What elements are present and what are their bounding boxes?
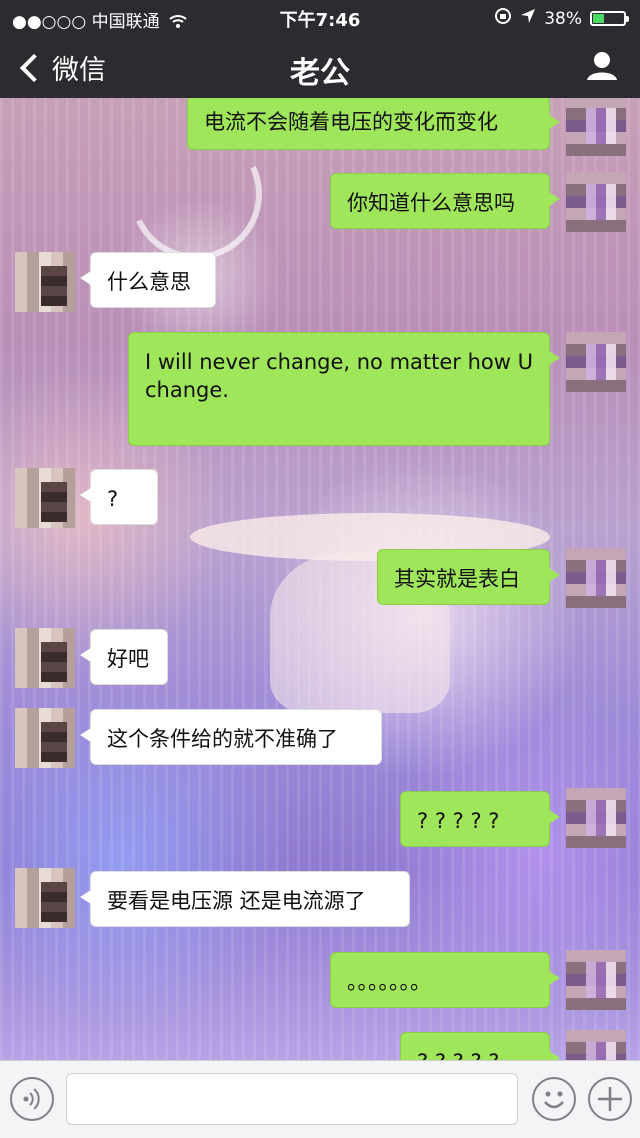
smiley-icon bbox=[544, 1091, 564, 1109]
message-text: 你知道什么意思吗 bbox=[347, 191, 515, 215]
my-avatar[interactable] bbox=[566, 548, 626, 608]
plus-icon bbox=[598, 1087, 622, 1111]
message-bubble[interactable]: 这个条件给的就不准确了 bbox=[80, 709, 382, 765]
contact-avatar[interactable] bbox=[15, 252, 75, 312]
chat-screen: ●●○○○ 中国联通 下午7:46 38% 微信 老公 电流不会随着电压的变化而… bbox=[0, 0, 640, 1138]
chat-title: 老公 bbox=[290, 56, 350, 91]
message-bubble[interactable]: ? ? ? ? ? bbox=[400, 791, 560, 847]
message-bubble[interactable]: 要看是电压源 还是电流源了 bbox=[80, 871, 410, 927]
message-text: 其实就是表白 bbox=[394, 567, 520, 591]
message-text: 这个条件给的就不准确了 bbox=[107, 727, 338, 751]
location-icon bbox=[520, 8, 536, 29]
message-bubble[interactable]: 电流不会随着电压的变化而变化 bbox=[187, 96, 560, 150]
message-bubble[interactable]: I will never change, no matter how U cha… bbox=[128, 332, 560, 446]
message-text: 要看是电压源 还是电流源了 bbox=[107, 889, 366, 913]
message-text: 电流不会随着电压的变化而变化 bbox=[204, 110, 498, 134]
my-avatar[interactable] bbox=[566, 332, 626, 392]
nav-bar: 微信 老公 bbox=[0, 34, 640, 98]
contact-avatar[interactable] bbox=[15, 468, 75, 528]
message-text: 好吧 bbox=[107, 647, 149, 671]
message-bubble[interactable]: 。。。。。。。 bbox=[330, 952, 560, 1008]
my-avatar[interactable] bbox=[566, 172, 626, 232]
top-bar: ●●○○○ 中国联通 下午7:46 38% 微信 老公 bbox=[0, 0, 640, 98]
message-text: ? ? ? ? ? bbox=[417, 809, 500, 833]
my-avatar[interactable] bbox=[566, 788, 626, 848]
my-avatar[interactable] bbox=[566, 950, 626, 1010]
message-bubble[interactable]: 其实就是表白 bbox=[377, 549, 560, 605]
message-bubble[interactable]: ? bbox=[80, 469, 158, 525]
more-button[interactable] bbox=[588, 1077, 632, 1121]
rotation-lock-icon bbox=[494, 7, 512, 30]
emoji-button[interactable] bbox=[532, 1077, 576, 1121]
input-bar bbox=[0, 1060, 640, 1138]
status-bar: ●●○○○ 中国联通 下午7:46 38% bbox=[0, 0, 640, 34]
message-bubble[interactable]: 好吧 bbox=[80, 629, 168, 685]
message-input[interactable] bbox=[66, 1073, 518, 1125]
battery-percent: 38% bbox=[544, 8, 582, 29]
message-text: 什么意思 bbox=[107, 270, 191, 294]
message-text: ? bbox=[107, 487, 119, 511]
my-avatar[interactable] bbox=[566, 96, 626, 156]
voice-icon bbox=[23, 1088, 40, 1110]
person-icon bbox=[587, 52, 617, 80]
message-text: 。。。。。。。 bbox=[347, 970, 431, 994]
message-text: I will never change, no matter how U cha… bbox=[145, 350, 533, 402]
contact-avatar[interactable] bbox=[15, 868, 75, 928]
contact-avatar[interactable] bbox=[15, 628, 75, 688]
battery-icon bbox=[590, 11, 629, 26]
battery-level bbox=[593, 14, 604, 23]
contact-avatar[interactable] bbox=[15, 708, 75, 768]
message-bubble[interactable]: 什么意思 bbox=[80, 252, 216, 308]
message-bubble[interactable]: 你知道什么意思吗 bbox=[330, 173, 560, 229]
status-right: 38% bbox=[494, 7, 629, 30]
voice-button[interactable] bbox=[10, 1077, 54, 1121]
profile-button[interactable] bbox=[584, 48, 620, 84]
